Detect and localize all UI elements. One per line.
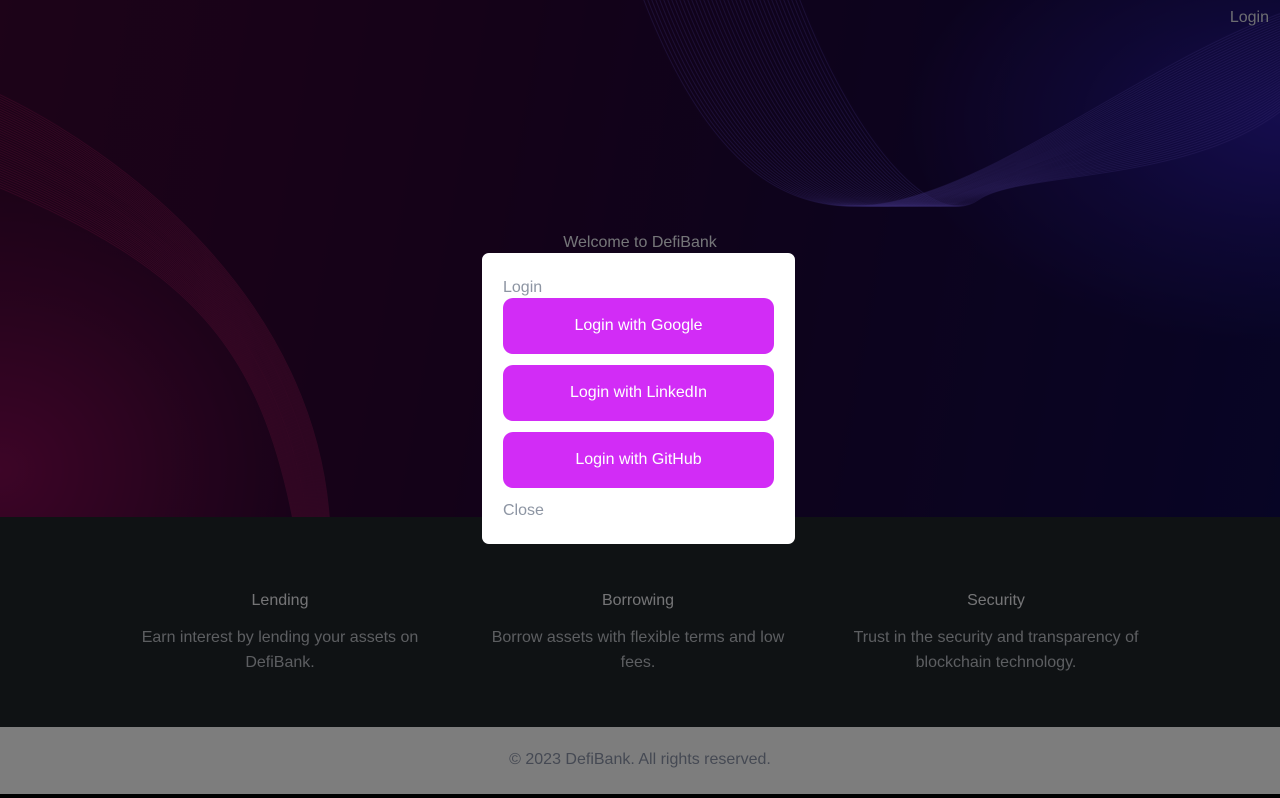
login-google-button[interactable]: Login with Google bbox=[503, 298, 774, 354]
login-modal: Login Login with Google Login with Linke… bbox=[482, 253, 795, 544]
modal-close-button[interactable]: Close bbox=[503, 502, 544, 520]
page: Login Welcome to DefiBank Lending Earn i… bbox=[0, 0, 1280, 798]
modal-title: Login bbox=[503, 279, 543, 296]
login-github-button[interactable]: Login with GitHub bbox=[503, 432, 774, 488]
login-linkedin-button[interactable]: Login with LinkedIn bbox=[503, 365, 774, 421]
